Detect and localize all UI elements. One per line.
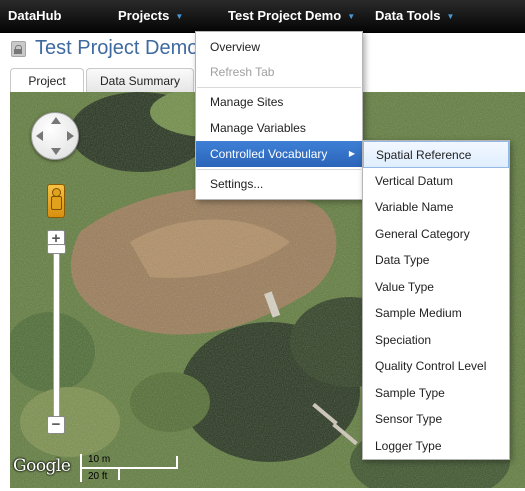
scale-line-tick-top	[176, 456, 178, 468]
menu-item-refresh-tab: Refresh Tab	[210, 65, 275, 79]
zoom-slider-handle[interactable]	[47, 244, 66, 254]
submenu-item-speciation[interactable]: Speciation	[363, 327, 509, 354]
submenu-item-sample-medium[interactable]: Sample Medium	[363, 300, 509, 327]
project-dropdown-menu: Overview Refresh Tab Manage Sites Manage…	[195, 31, 363, 200]
menu-item-controlled-vocabulary-label: Controlled Vocabulary	[210, 147, 328, 161]
zoom-out-button[interactable]: −	[47, 416, 65, 434]
scale-line-tick-bottom	[118, 468, 120, 480]
menu-item-controlled-vocabulary[interactable]: Controlled Vocabulary ▶	[196, 141, 362, 167]
menu-item-overview[interactable]: Overview	[196, 34, 362, 60]
nav-projects[interactable]: Projects ▼	[118, 0, 183, 32]
nav-current-project[interactable]: Test Project Demo ▼	[228, 0, 355, 32]
submenu-item-sample-type[interactable]: Sample Type	[363, 380, 509, 407]
pan-right-icon[interactable]	[67, 131, 74, 141]
top-nav-bar: DataHub Projects ▼ Test Project Demo ▼ Dat…	[0, 0, 525, 33]
nav-data-tools[interactable]: Data Tools ▼	[375, 0, 454, 32]
submenu-item-variable-name[interactable]: Variable Name	[363, 194, 509, 221]
page-title: Test Project Demo	[35, 37, 199, 59]
scale-line-horizontal	[80, 467, 178, 469]
pegman-body	[51, 196, 62, 210]
submenu-item-spatial-reference[interactable]: Spatial Reference	[363, 141, 509, 168]
nav-current-project-label: Test Project Demo	[228, 8, 342, 23]
chevron-right-icon: ▶	[348, 149, 355, 158]
lock-icon[interactable]	[11, 41, 26, 57]
chevron-down-icon: ▼	[446, 12, 455, 21]
pegman-icon[interactable]	[47, 184, 65, 218]
submenu-item-value-type[interactable]: Value Type	[363, 274, 509, 301]
controlled-vocabulary-submenu: Spatial Reference Vertical Datum Variabl…	[362, 140, 510, 460]
menu-separator	[197, 169, 361, 170]
submenu-item-data-type[interactable]: Data Type	[363, 247, 509, 274]
tab-project[interactable]: Project	[10, 68, 84, 93]
submenu-item-quality-control-level[interactable]: Quality Control Level	[363, 353, 509, 380]
tab-data-summary[interactable]: Data Summary	[86, 68, 194, 92]
submenu-item-logger-type[interactable]: Logger Type	[363, 433, 509, 460]
scale-top-label: 10 m	[88, 454, 111, 465]
scale-bottom-label: 20 ft	[88, 471, 108, 482]
zoom-track[interactable]	[53, 248, 60, 420]
nav-data-tools-label: Data Tools	[375, 8, 441, 23]
map-scale-bar: 10 m 20 ft	[80, 454, 178, 482]
submenu-item-sensor-type[interactable]: Sensor Type	[363, 406, 509, 433]
pan-left-icon[interactable]	[36, 131, 43, 141]
nav-datahub-label: DataHub	[8, 8, 62, 23]
chevron-down-icon: ▼	[175, 12, 184, 21]
nav-projects-label: Projects	[118, 8, 170, 23]
menu-item-settings[interactable]: Settings...	[196, 171, 362, 197]
menu-item-manage-variables[interactable]: Manage Variables	[196, 115, 362, 141]
submenu-item-general-category[interactable]: General Category	[363, 221, 509, 248]
pan-down-icon[interactable]	[51, 148, 61, 155]
nav-datahub[interactable]: DataHub	[8, 0, 61, 32]
submenu-item-vertical-datum[interactable]: Vertical Datum	[363, 168, 509, 195]
menu-separator	[197, 87, 361, 88]
pan-up-icon[interactable]	[51, 117, 61, 124]
chevron-down-icon: ▼	[347, 12, 356, 21]
menu-item-manage-sites[interactable]: Manage Sites	[196, 89, 362, 115]
google-logo: Google	[13, 456, 71, 476]
pan-control[interactable]	[31, 112, 79, 160]
